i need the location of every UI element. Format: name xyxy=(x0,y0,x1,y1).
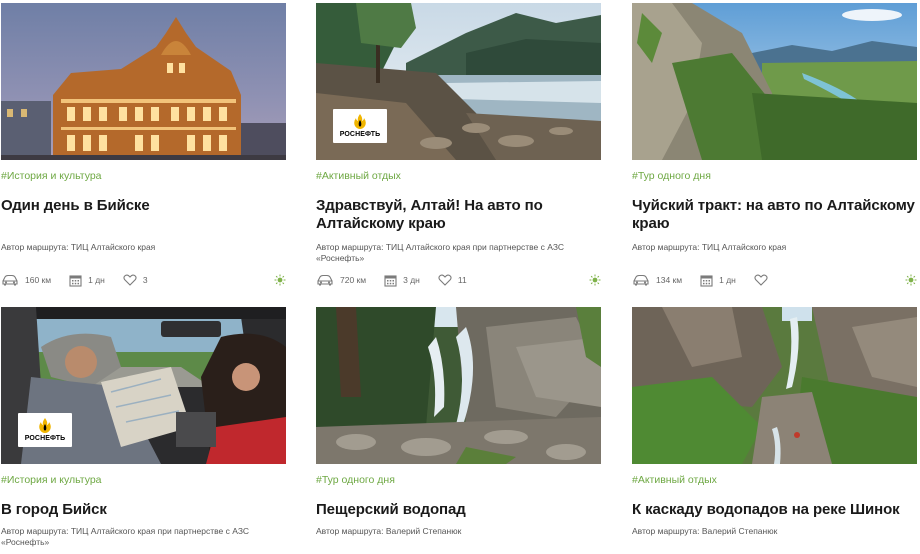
route-title[interactable]: Здравствуй, Алтай! На авто по Алтайскому… xyxy=(316,197,601,234)
route-photo[interactable] xyxy=(1,3,286,160)
shinok-waterfalls-image xyxy=(632,307,917,464)
rosneft-logo-text: РОСНЕФТЬ xyxy=(339,131,381,138)
route-card[interactable]: #Активный отдых К каскаду водопадов на р… xyxy=(632,307,917,548)
heart-icon[interactable] xyxy=(754,274,768,286)
route-card[interactable]: #Тур одного дня Чуйский тракт: на авто п… xyxy=(632,3,917,289)
rosneft-flame-icon xyxy=(354,114,366,129)
heart-icon[interactable] xyxy=(123,274,137,286)
route-photo[interactable]: РОСНЕФТЬ xyxy=(316,3,601,160)
distance-value: 134 км xyxy=(656,275,683,285)
duration-stat: 1 дн xyxy=(69,274,105,287)
heart-icon[interactable] xyxy=(438,274,452,286)
route-photo[interactable] xyxy=(632,307,917,464)
route-author: Автор маршрута: Валерий Степанюк xyxy=(632,526,778,536)
likes-stat[interactable]: 3 xyxy=(123,274,148,286)
duration-stat: 3 дн xyxy=(384,274,420,287)
route-photo[interactable] xyxy=(632,3,917,160)
distance-value: 720 км xyxy=(340,275,367,285)
route-stats: 160 км 1 дн 3 xyxy=(1,271,286,289)
route-title[interactable]: Чуйский тракт: на авто по Алтайскому кра… xyxy=(632,197,917,234)
route-card[interactable]: #Тур одного дня Пещерский водопад Автор … xyxy=(316,307,601,548)
route-photo[interactable] xyxy=(316,307,601,464)
route-tag[interactable]: #Активный отдых xyxy=(632,473,917,487)
route-tag[interactable]: #История и культура xyxy=(1,473,286,487)
distance-stat: 160 км xyxy=(1,274,51,286)
route-tag[interactable]: #Активный отдых xyxy=(316,169,601,183)
peshchersky-waterfall-image xyxy=(316,307,601,464)
sun-icon xyxy=(589,274,601,286)
route-stats: 134 км 1 дн xyxy=(632,271,917,289)
duration-value: 1 дн xyxy=(88,275,105,285)
sun-icon xyxy=(905,274,917,286)
route-card[interactable]: РОСНЕФТЬ #Активный отдых Здравствуй, Алт… xyxy=(316,3,601,289)
route-stats: 720 км 3 дн 11 xyxy=(316,271,601,289)
likes-stat[interactable]: 11 xyxy=(438,274,467,286)
likes-count: 3 xyxy=(142,275,148,285)
route-card[interactable]: РОСНЕФТЬ #История и культура В город Бий… xyxy=(1,307,286,548)
calendar-icon xyxy=(69,274,82,287)
route-author: Автор маршрута: ТИЦ Алтайского края при … xyxy=(1,526,250,547)
route-tag[interactable]: #История и культура xyxy=(1,169,286,183)
route-author: Автор маршрута: ТИЦ Алтайского края xyxy=(632,242,787,252)
calendar-icon xyxy=(700,274,713,287)
route-photo[interactable]: РОСНЕФТЬ xyxy=(1,307,286,464)
route-tag[interactable]: #Тур одного дня xyxy=(632,169,917,183)
duration-value: 1 дн xyxy=(719,275,736,285)
distance-value: 160 км xyxy=(25,275,52,285)
sun-icon xyxy=(274,274,286,286)
rosneft-logo: РОСНЕФТЬ xyxy=(18,413,72,447)
route-author: Автор маршрута: ТИЦ Алтайского края при … xyxy=(316,242,565,263)
duration-stat: 1 дн xyxy=(700,274,736,287)
distance-stat: 720 км xyxy=(316,274,366,286)
route-title[interactable]: Один день в Бийске xyxy=(1,197,286,234)
rosneft-logo: РОСНЕФТЬ xyxy=(333,109,387,143)
calendar-icon xyxy=(384,274,397,287)
chuysky-tract-valley-image xyxy=(632,3,917,160)
car-icon xyxy=(317,274,333,286)
likes-stat[interactable] xyxy=(754,274,774,286)
route-author: Автор маршрута: Валерий Степанюк xyxy=(316,526,462,536)
likes-count: 11 xyxy=(457,275,467,285)
rosneft-logo-text: РОСНЕФТЬ xyxy=(24,435,66,442)
duration-value: 3 дн xyxy=(403,275,420,285)
route-tag[interactable]: #Тур одного дня xyxy=(316,473,601,487)
distance-stat: 134 км xyxy=(632,274,682,286)
rosneft-flame-icon xyxy=(39,418,51,433)
car-icon xyxy=(633,274,649,286)
biysk-evening-building-image xyxy=(1,3,286,160)
route-author: Автор маршрута: ТИЦ Алтайского края xyxy=(1,242,156,252)
route-card[interactable]: #История и культура Один день в Бийске А… xyxy=(1,3,286,289)
car-icon xyxy=(2,274,18,286)
